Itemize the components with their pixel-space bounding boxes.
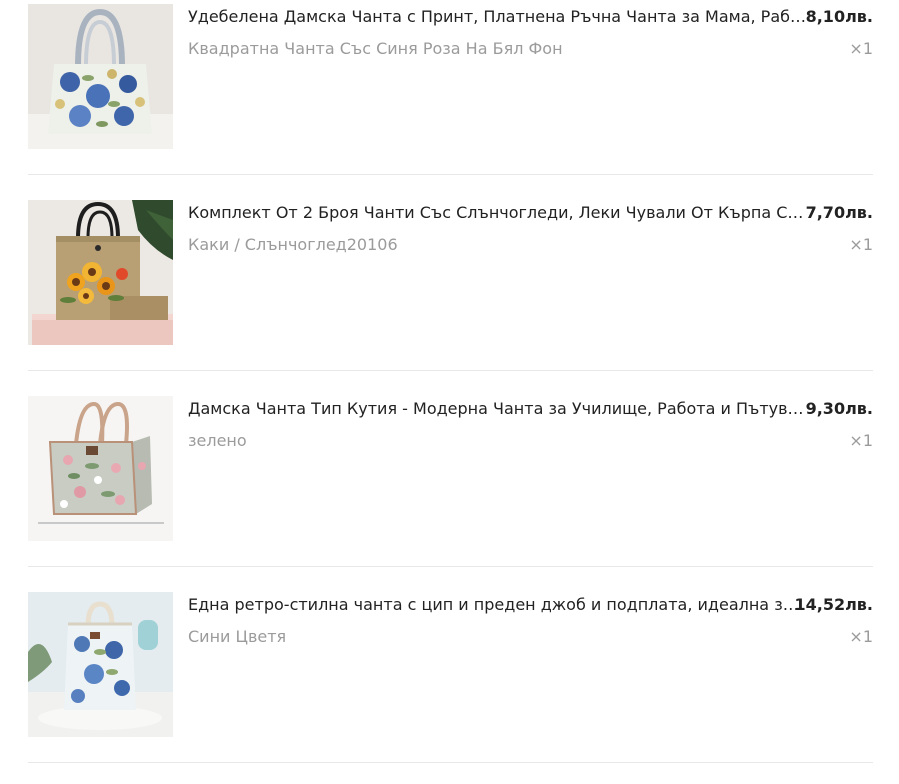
product-image-box-bag[interactable] bbox=[28, 396, 173, 541]
product-image-sunflower-jute-bags[interactable] bbox=[28, 200, 173, 345]
product-quantity: ×1 bbox=[849, 431, 873, 450]
cart-item: Удебелена Дамска Чанта с Принт, Платнена… bbox=[28, 0, 873, 196]
product-variant: Квадратна Чанта Със Синя Роза На Бял Фон bbox=[188, 39, 563, 58]
cart-item-list: Удебелена Дамска Чанта с Принт, Платнена… bbox=[28, 0, 873, 784]
product-price: 7,70лв. bbox=[805, 203, 873, 222]
product-title[interactable]: Една ретро-стилна чанта с цип и преден д… bbox=[188, 594, 806, 616]
item-divider bbox=[28, 566, 873, 567]
item-divider bbox=[28, 174, 873, 175]
product-quantity: ×1 bbox=[849, 39, 873, 58]
product-title[interactable]: Комплект От 2 Броя Чанти Със Слънчогледи… bbox=[188, 202, 806, 224]
item-divider bbox=[28, 370, 873, 371]
product-title[interactable]: Дамска Чанта Тип Кутия - Модерна Чанта з… bbox=[188, 398, 806, 420]
product-variant: Каки / Слънчоглед20106 bbox=[188, 235, 398, 254]
product-image-blue-rose-tote[interactable] bbox=[28, 4, 173, 149]
product-variant: Сини Цветя bbox=[188, 627, 287, 646]
item-divider bbox=[28, 762, 873, 763]
cart-item: Комплект От 2 Броя Чанти Със Слънчогледи… bbox=[28, 196, 873, 392]
product-quantity: ×1 bbox=[849, 235, 873, 254]
product-price: 8,10лв. bbox=[805, 7, 873, 26]
product-quantity: ×1 bbox=[849, 627, 873, 646]
cart-item: Дамска Чанта Тип Кутия - Модерна Чанта з… bbox=[28, 392, 873, 588]
product-price: 14,52лв. bbox=[794, 595, 873, 614]
product-title[interactable]: Удебелена Дамска Чанта с Принт, Платнена… bbox=[188, 6, 806, 28]
cart-item: Една ретро-стилна чанта с цип и преден д… bbox=[28, 588, 873, 784]
product-price: 9,30лв. bbox=[805, 399, 873, 418]
product-variant: зелено bbox=[188, 431, 247, 450]
product-image-retro-zip-bag[interactable] bbox=[28, 592, 173, 737]
